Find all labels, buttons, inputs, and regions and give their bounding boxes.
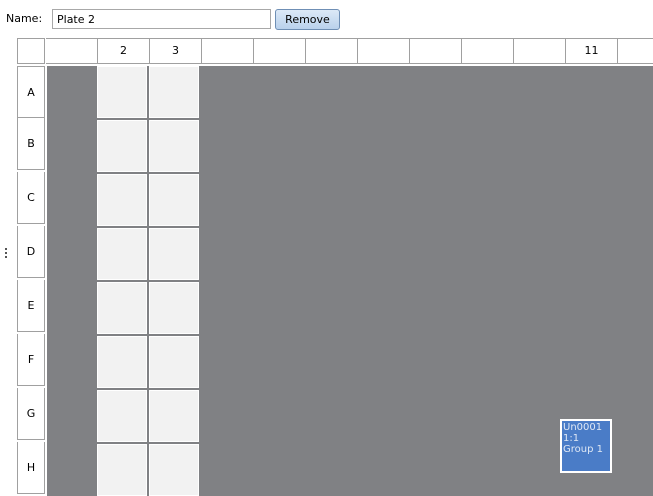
column-header[interactable] [410,38,462,64]
empty-well[interactable] [97,120,147,172]
row-header[interactable]: A [17,66,45,118]
empty-well[interactable] [97,66,147,118]
column-header[interactable]: 2 [98,38,150,64]
sample-well[interactable]: Un0001 1:1 Group 1 [560,419,612,473]
empty-well[interactable] [97,336,147,388]
empty-well[interactable] [97,390,147,442]
empty-well[interactable] [149,66,199,118]
row-header-strip: A B C D E F G H [17,66,45,496]
empty-well[interactable] [97,228,147,280]
column-header[interactable] [202,38,254,64]
column-header[interactable] [618,38,653,64]
empty-well[interactable] [149,336,199,388]
plate-wells: Un0001 1:1 Group 1 [47,66,653,496]
row-header[interactable]: B [17,118,45,170]
empty-well[interactable] [149,228,199,280]
plate-grid: 2 3 11 A B C D E F G H Un0001 1:1 Group … [15,37,653,496]
column-header[interactable] [254,38,306,64]
empty-well[interactable] [149,390,199,442]
column-header[interactable] [306,38,358,64]
empty-well[interactable] [97,444,147,496]
row-header[interactable]: D [17,226,45,278]
column-header[interactable] [462,38,514,64]
name-label: Name: [6,12,43,25]
plate-name-input[interactable] [52,9,271,29]
column-header[interactable] [358,38,410,64]
empty-well[interactable] [97,174,147,226]
empty-well[interactable] [149,174,199,226]
sample-id: Un0001 [563,422,603,433]
empty-well[interactable] [149,444,199,496]
empty-well[interactable] [149,282,199,334]
column-header[interactable]: 3 [150,38,202,64]
column-header[interactable] [514,38,566,64]
grid-corner [17,38,45,64]
column-header[interactable]: 11 [566,38,618,64]
row-header[interactable]: G [17,388,45,440]
empty-well[interactable] [149,120,199,172]
remove-button[interactable]: Remove [275,9,340,30]
column-header-strip: 2 3 11 [46,38,653,64]
sample-group: Group 1 [563,444,603,455]
sample-ratio: 1:1 [563,433,580,444]
row-header[interactable]: H [17,442,45,494]
column-header[interactable] [46,38,98,64]
grip-dots-icon[interactable] [5,248,8,261]
row-header[interactable]: E [17,280,45,332]
empty-well[interactable] [97,282,147,334]
row-header[interactable]: C [17,172,45,224]
row-header[interactable]: F [17,334,45,386]
